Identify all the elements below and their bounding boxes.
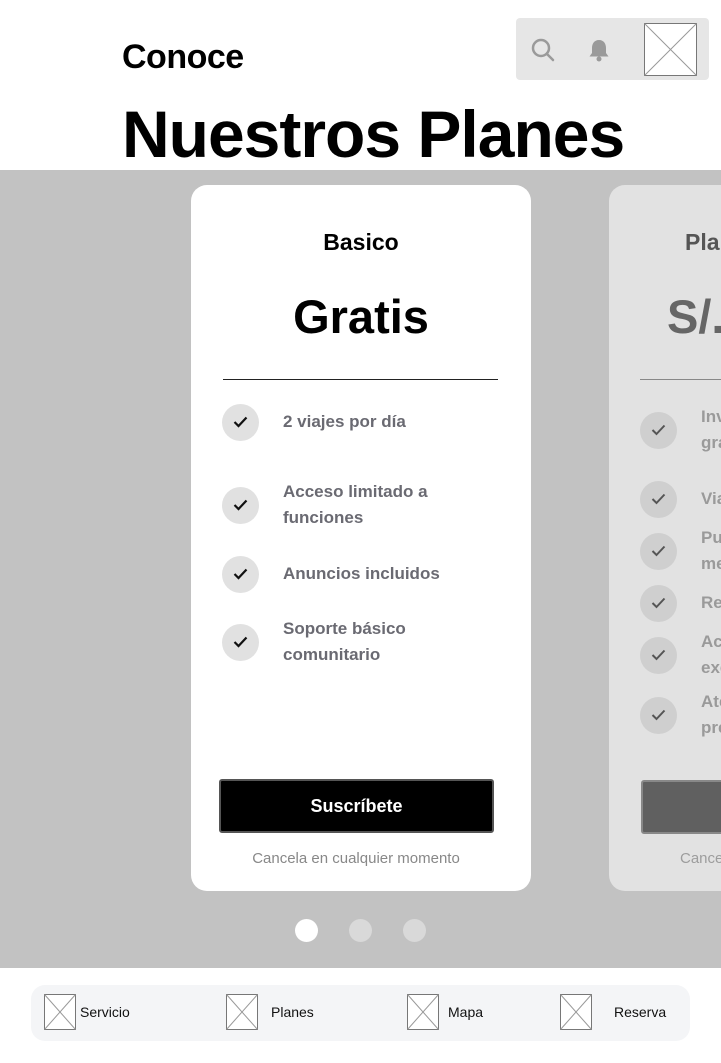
image-placeholder-icon — [407, 994, 439, 1030]
nav-label: Planes — [271, 1004, 314, 1020]
pagination-dot[interactable] — [295, 919, 318, 942]
subscribe-button[interactable]: Suscríbete — [219, 779, 494, 833]
image-placeholder-icon — [226, 994, 258, 1030]
nav-item-servicio[interactable]: Servicio — [44, 994, 144, 1030]
subscribe-button[interactable] — [641, 780, 721, 834]
header: Conoce Nuestros Planes — [0, 0, 721, 171]
feature-text: Pu me — [701, 528, 721, 573]
feature-text: 2 viajes por día — [283, 412, 406, 431]
image-placeholder-icon — [44, 994, 76, 1030]
check-icon — [222, 404, 259, 441]
plan-name: Pla — [685, 229, 720, 255]
bell-icon[interactable] — [586, 37, 612, 63]
plan-price: Gratis — [293, 290, 429, 343]
check-icon — [222, 624, 259, 661]
page-eyebrow: Conoce — [122, 38, 244, 76]
nav-item-reserva[interactable]: Reserva — [560, 994, 670, 1030]
nav-label: Servicio — [80, 1004, 130, 1020]
feature-item: Ate pre — [640, 692, 721, 757]
divider — [223, 379, 498, 380]
bottom-nav: Servicio Planes Mapa Reserva — [31, 985, 690, 1041]
page-title: Nuestros Planes — [122, 97, 625, 171]
feature-text: Inv gra — [701, 407, 721, 452]
plan-name: Basico — [323, 229, 399, 255]
avatar[interactable] — [644, 23, 697, 76]
feature-text: Ac exe — [701, 632, 721, 677]
cancel-note: Cance — [680, 850, 721, 867]
image-placeholder-icon — [560, 994, 592, 1030]
check-icon — [222, 487, 259, 524]
plans-carousel[interactable]: Basico Gratis 2 viajes por día Acceso li… — [0, 170, 721, 968]
header-toolbar — [516, 18, 709, 80]
plan-card-basico: Basico Gratis 2 viajes por día Acceso li… — [191, 185, 531, 891]
search-icon[interactable] — [530, 37, 556, 63]
feature-item: Pu me — [640, 528, 721, 593]
bottom-bar: Servicio Planes Mapa Reserva — [0, 968, 721, 1063]
plan-price: S/. — [667, 290, 721, 343]
check-icon — [640, 533, 677, 570]
feature-text: Acceso limitado a funciones — [283, 482, 428, 527]
nav-label: Reserva — [614, 1004, 667, 1020]
pagination-dot[interactable] — [349, 919, 372, 942]
carousel-pagination — [0, 919, 721, 943]
feature-text: Via — [701, 489, 721, 508]
feature-text: Anuncios incluidos — [283, 564, 440, 583]
feature-item: Anuncios incluidos — [222, 556, 512, 616]
feature-text: Ate pre — [701, 692, 721, 737]
feature-item: Inv gra — [640, 407, 721, 472]
feature-text: Soporte básico comunitario — [283, 619, 406, 664]
check-icon — [640, 481, 677, 518]
feature-text: Re — [701, 593, 721, 612]
feature-item: Acceso limitado a funciones — [222, 482, 512, 547]
cancel-note: Cancela en cualquier momento — [252, 850, 460, 867]
divider — [640, 379, 721, 380]
pagination-dot[interactable] — [403, 919, 426, 942]
check-icon — [640, 412, 677, 449]
nav-label: Mapa — [448, 1004, 484, 1020]
plan-card-next[interactable]: Pla S/. Inv gra Via Pu me Re — [609, 185, 721, 891]
nav-item-mapa[interactable]: Mapa — [407, 994, 497, 1030]
check-icon — [640, 585, 677, 622]
check-icon — [222, 556, 259, 593]
check-icon — [640, 697, 677, 734]
feature-item: 2 viajes por día — [222, 404, 512, 464]
check-icon — [640, 637, 677, 674]
feature-item: Ac exe — [640, 632, 721, 697]
feature-item: Soporte básico comunitario — [222, 619, 512, 684]
nav-item-planes[interactable]: Planes — [226, 994, 326, 1030]
